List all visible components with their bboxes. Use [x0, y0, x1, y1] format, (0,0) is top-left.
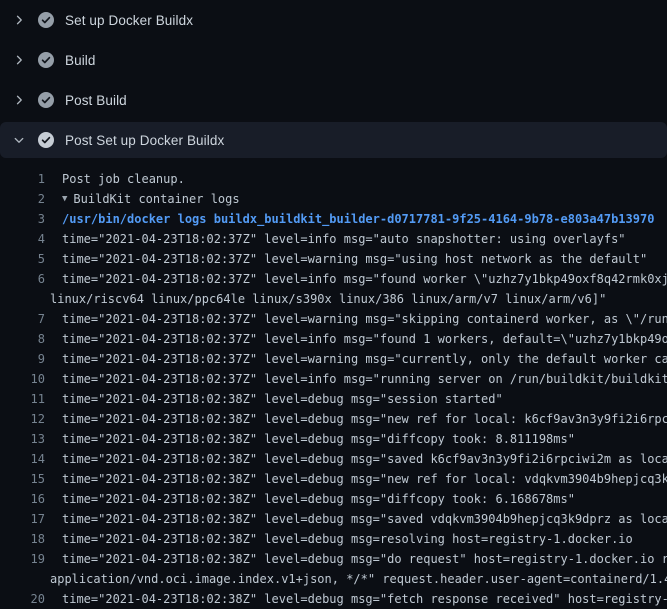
line-number[interactable]: 15: [0, 469, 45, 489]
log-line: 8 time="2021-04-23T18:02:37Z" level=info…: [0, 329, 667, 349]
line-number[interactable]: 4: [0, 229, 45, 249]
log-text: time="2021-04-23T18:02:37Z" level=warnin…: [45, 309, 667, 329]
log-text: time="2021-04-23T18:02:37Z" level=info m…: [45, 329, 667, 349]
log-line: 20 time="2021-04-23T18:02:38Z" level=deb…: [0, 589, 667, 609]
line-number[interactable]: 20: [0, 589, 45, 609]
log-line: 17 time="2021-04-23T18:02:38Z" level=deb…: [0, 509, 667, 529]
line-number[interactable]: 16: [0, 489, 45, 509]
log-text: time="2021-04-23T18:02:38Z" level=debug …: [45, 549, 667, 569]
log-panel: 1 Post job cleanup. 2 ▼ BuildKit contain…: [0, 160, 667, 609]
log-line: 5 time="2021-04-23T18:02:37Z" level=warn…: [0, 249, 667, 269]
line-number[interactable]: 3: [0, 209, 45, 229]
group-expanded-triangle-icon[interactable]: ▼: [45, 189, 67, 209]
log-text: time="2021-04-23T18:02:38Z" level=debug …: [45, 409, 667, 429]
log-line: 19 time="2021-04-23T18:02:38Z" level=deb…: [0, 549, 667, 569]
check-circle-icon: [38, 12, 54, 28]
line-number[interactable]: 17: [0, 509, 45, 529]
step-label: Post Build: [65, 93, 127, 108]
log-line: 1 Post job cleanup.: [0, 169, 667, 189]
log-text: time="2021-04-23T18:02:38Z" level=debug …: [45, 529, 633, 549]
log-group-toggle[interactable]: 2 ▼ BuildKit container logs: [0, 189, 667, 209]
log-text: Post job cleanup.: [45, 169, 185, 189]
line-number[interactable]: 18: [0, 529, 45, 549]
log-text: application/vnd.oci.image.index.v1+json,…: [0, 569, 667, 589]
line-number[interactable]: 1: [0, 169, 45, 189]
line-number[interactable]: 5: [0, 249, 45, 269]
chevron-down-icon: [12, 133, 26, 147]
chevron-right-icon: [12, 53, 26, 67]
line-number[interactable]: 9: [0, 349, 45, 369]
check-circle-icon: [38, 132, 54, 148]
line-number[interactable]: 13: [0, 429, 45, 449]
log-line: 9 time="2021-04-23T18:02:37Z" level=warn…: [0, 349, 667, 369]
log-line: 6 time="2021-04-23T18:02:37Z" level=info…: [0, 269, 667, 289]
log-text: time="2021-04-23T18:02:37Z" level=info m…: [45, 369, 667, 389]
chevron-right-icon: [12, 13, 26, 27]
line-number[interactable]: 10: [0, 369, 45, 389]
step-label: Build: [65, 53, 96, 68]
log-line-command: 3 /usr/bin/docker logs buildx_buildkit_b…: [0, 209, 667, 229]
step-label: Post Set up Docker Buildx: [65, 133, 224, 148]
log-text: time="2021-04-23T18:02:37Z" level=info m…: [45, 269, 667, 289]
log-line-wrapped: linux/riscv64 linux/ppc64le linux/s390x …: [0, 289, 667, 309]
log-line: 11 time="2021-04-23T18:02:38Z" level=deb…: [0, 389, 667, 409]
log-line: 4 time="2021-04-23T18:02:37Z" level=info…: [0, 229, 667, 249]
step-label: Set up Docker Buildx: [65, 13, 193, 28]
step-row-post-build[interactable]: Post Build: [0, 80, 667, 120]
line-number[interactable]: 12: [0, 409, 45, 429]
log-line: 16 time="2021-04-23T18:02:38Z" level=deb…: [0, 489, 667, 509]
log-text: time="2021-04-23T18:02:38Z" level=debug …: [45, 589, 667, 609]
step-row-build[interactable]: Build: [0, 40, 667, 80]
line-number[interactable]: 2: [0, 189, 45, 209]
log-line: 15 time="2021-04-23T18:02:38Z" level=deb…: [0, 469, 667, 489]
line-number[interactable]: 14: [0, 449, 45, 469]
log-line: 7 time="2021-04-23T18:02:37Z" level=warn…: [0, 309, 667, 329]
check-circle-icon: [38, 92, 54, 108]
line-number[interactable]: 7: [0, 309, 45, 329]
log-command-text: /usr/bin/docker logs buildx_buildkit_bui…: [45, 209, 654, 229]
log-text: time="2021-04-23T18:02:37Z" level=warnin…: [45, 249, 647, 269]
log-text: time="2021-04-23T18:02:38Z" level=debug …: [45, 429, 575, 449]
check-circle-icon: [38, 52, 54, 68]
step-row-post-set-up-docker-buildx[interactable]: Post Set up Docker Buildx: [0, 122, 667, 158]
line-number[interactable]: 11: [0, 389, 45, 409]
log-text: time="2021-04-23T18:02:38Z" level=debug …: [45, 449, 667, 469]
job-steps-list: Set up Docker Buildx Build Post Build Po…: [0, 0, 667, 158]
log-line: 18 time="2021-04-23T18:02:38Z" level=deb…: [0, 529, 667, 549]
log-text: time="2021-04-23T18:02:38Z" level=debug …: [45, 489, 575, 509]
chevron-right-icon: [12, 93, 26, 107]
line-number[interactable]: 19: [0, 549, 45, 569]
log-line: 10 time="2021-04-23T18:02:37Z" level=inf…: [0, 369, 667, 389]
log-text: time="2021-04-23T18:02:38Z" level=debug …: [45, 389, 503, 409]
log-line: 14 time="2021-04-23T18:02:38Z" level=deb…: [0, 449, 667, 469]
log-text: time="2021-04-23T18:02:37Z" level=warnin…: [45, 349, 667, 369]
log-text: time="2021-04-23T18:02:38Z" level=debug …: [45, 469, 667, 489]
log-text: time="2021-04-23T18:02:37Z" level=info m…: [45, 229, 626, 249]
log-group-title[interactable]: BuildKit container logs: [67, 189, 239, 209]
log-line: 13 time="2021-04-23T18:02:38Z" level=deb…: [0, 429, 667, 449]
line-number[interactable]: 8: [0, 329, 45, 349]
log-text: linux/riscv64 linux/ppc64le linux/s390x …: [0, 289, 606, 309]
step-row-set-up-docker-buildx[interactable]: Set up Docker Buildx: [0, 0, 667, 40]
log-line-wrapped: application/vnd.oci.image.index.v1+json,…: [0, 569, 667, 589]
line-number[interactable]: 6: [0, 269, 45, 289]
log-text: time="2021-04-23T18:02:38Z" level=debug …: [45, 509, 667, 529]
log-line: 12 time="2021-04-23T18:02:38Z" level=deb…: [0, 409, 667, 429]
